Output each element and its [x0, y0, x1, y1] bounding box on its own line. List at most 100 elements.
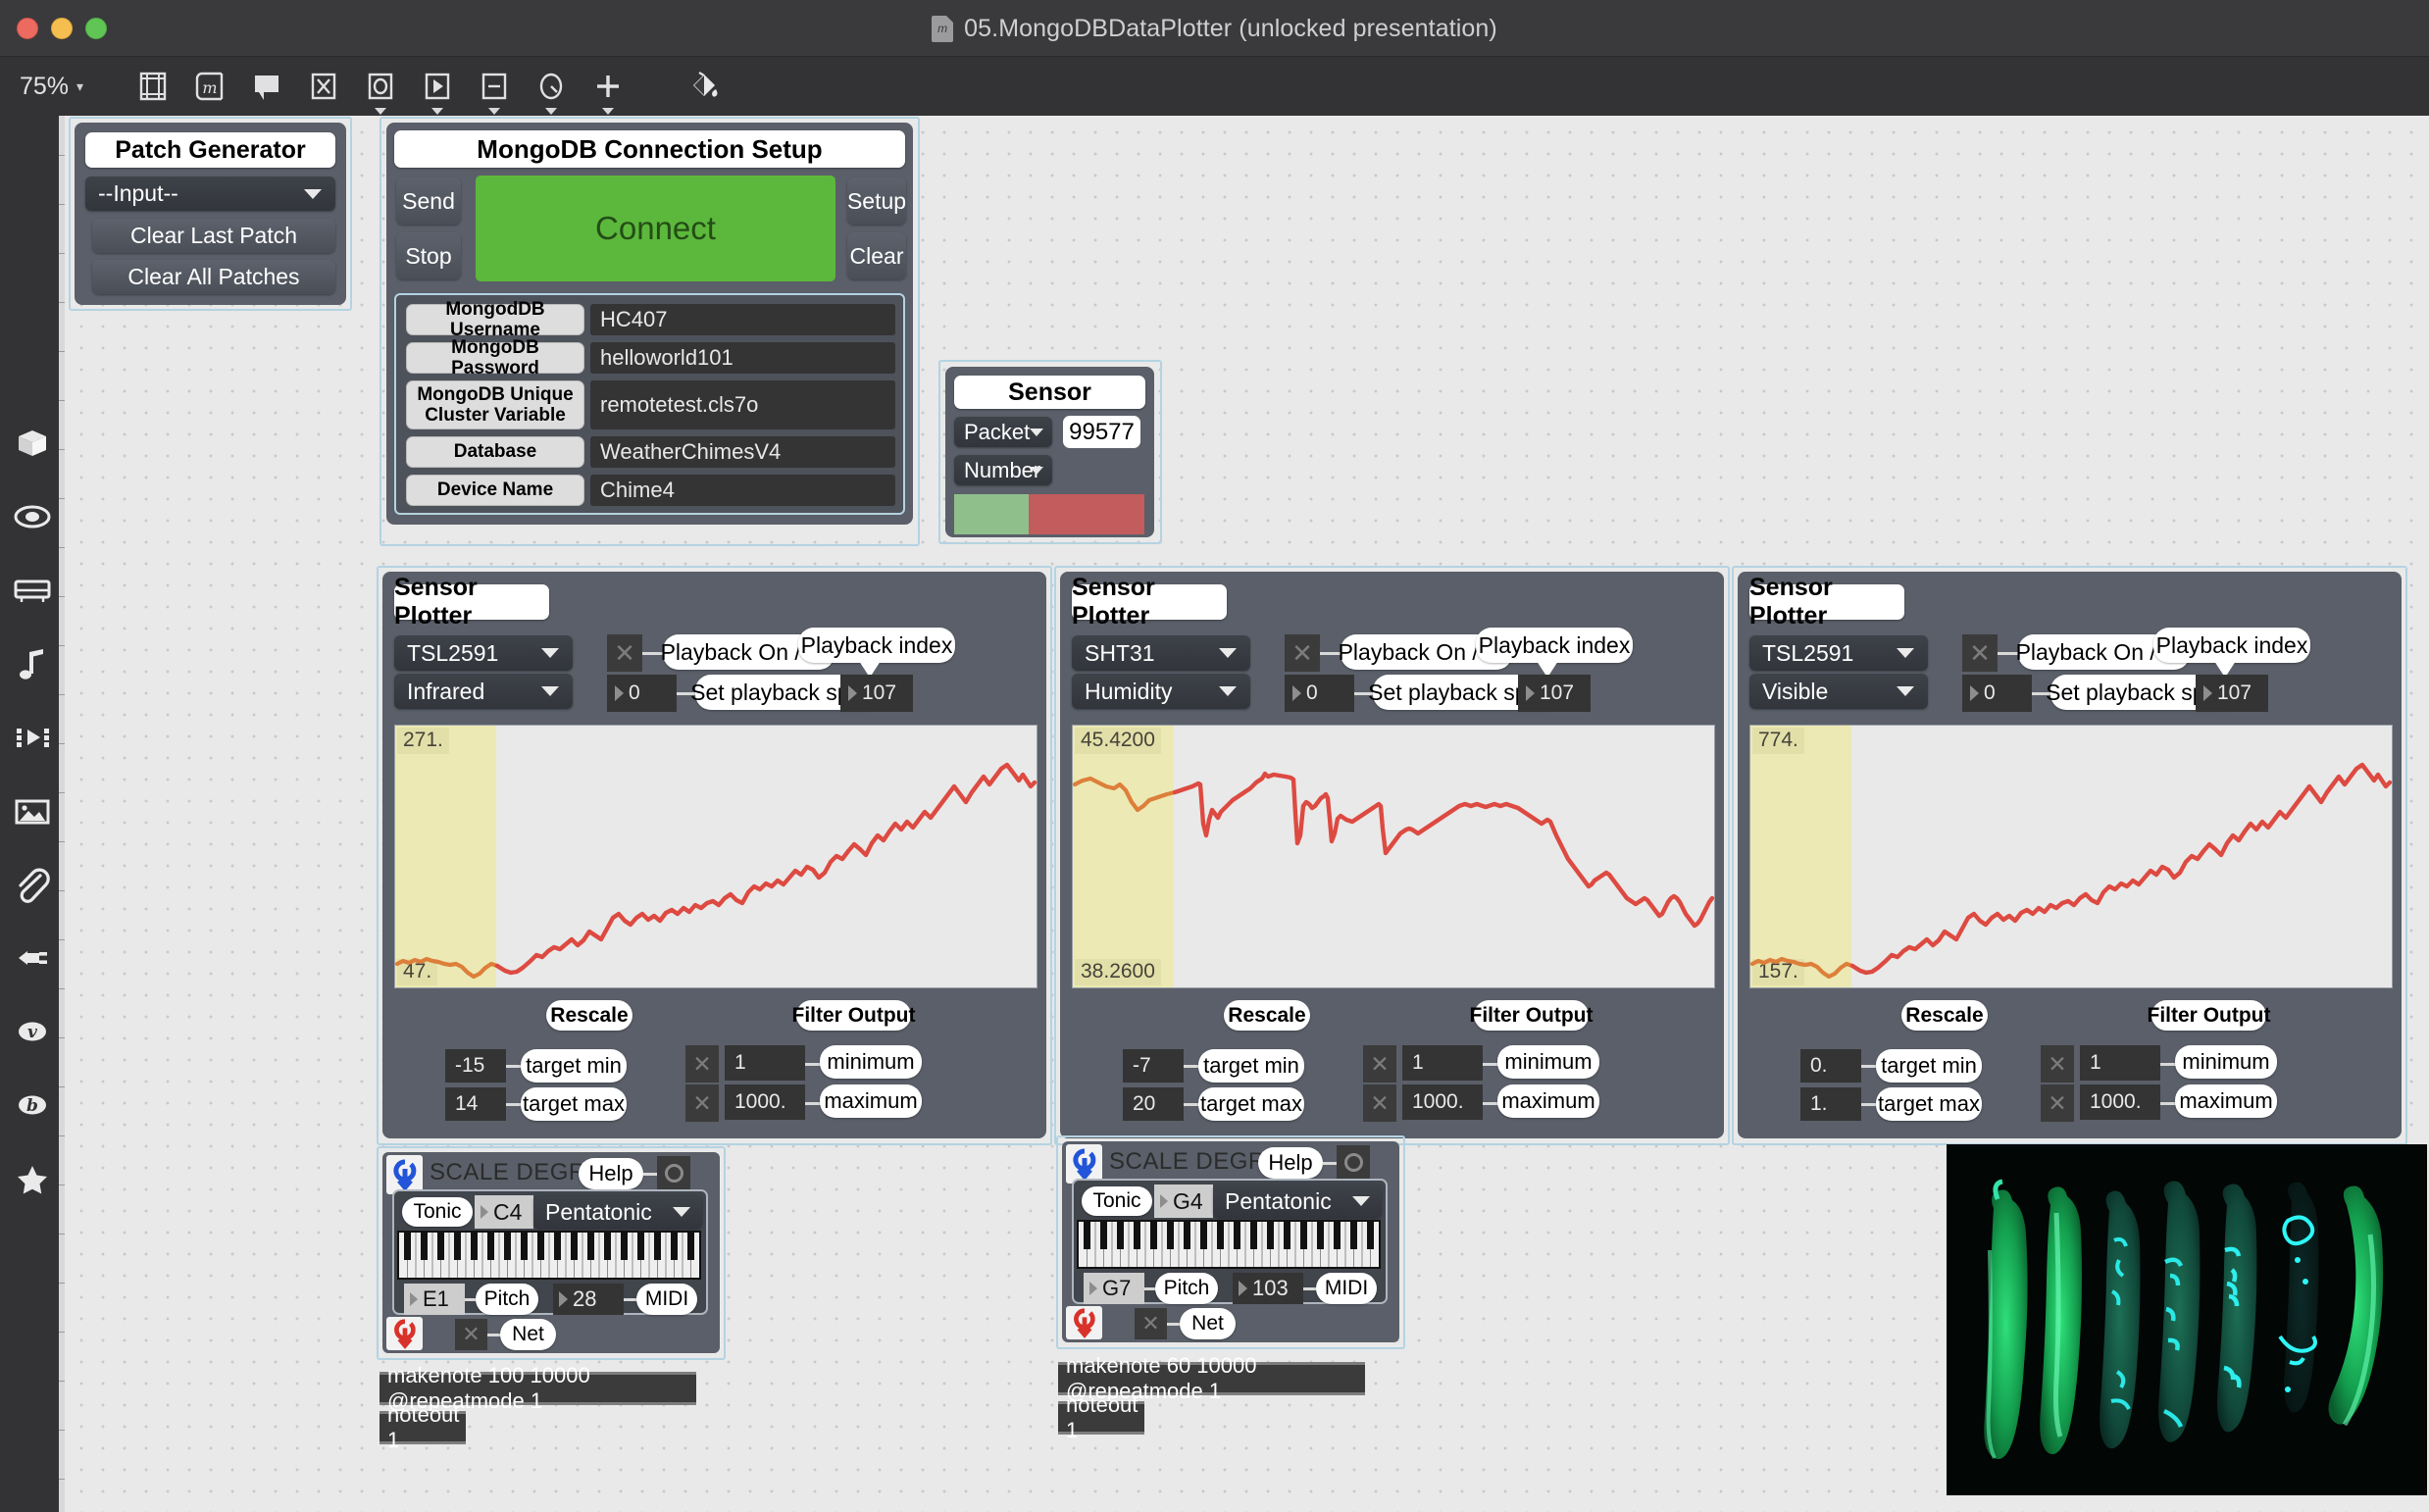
plotter-sensor-dropdown[interactable]: TSL2591 — [394, 635, 573, 671]
maximum-input[interactable]: 1000. — [2080, 1084, 2160, 1120]
target-max-input[interactable]: 20 — [1123, 1087, 1184, 1121]
target-min-input[interactable]: -7 — [1123, 1049, 1184, 1083]
noteout-object-1[interactable]: noteout 1 — [380, 1402, 466, 1452]
object-explorer-icon[interactable] — [125, 59, 181, 114]
sensor-packet-number[interactable]: 99577 — [1063, 416, 1140, 448]
maximum-input[interactable]: 1000. — [1402, 1084, 1483, 1120]
target-min-input[interactable]: 0. — [1800, 1049, 1861, 1083]
playback-speed-input[interactable]: 0 — [1285, 675, 1354, 712]
message-object-icon[interactable]: m — [181, 59, 238, 114]
toggle-object-icon[interactable] — [295, 59, 352, 114]
plotter-channel-value: Humidity — [1085, 678, 1173, 704]
mongodb-clear-button[interactable]: Clear — [847, 232, 906, 279]
mongodb-connect-button[interactable]: Connect — [476, 176, 835, 281]
tonic-value-input[interactable]: G4 — [1154, 1184, 1213, 1218]
mongodb-send-button[interactable]: Send — [396, 177, 461, 225]
help-button[interactable]: Help — [1258, 1147, 1323, 1179]
mongodb-stop-button[interactable]: Stop — [396, 232, 461, 279]
plotter-channel-dropdown[interactable]: Infrared — [394, 674, 573, 709]
plot-3[interactable]: 774. 157. — [1749, 725, 2393, 988]
filter-output-label: Filter Output — [2148, 1000, 2271, 1031]
plotter-sensor-value: SHT31 — [1085, 639, 1155, 666]
target-max-input[interactable]: 14 — [445, 1087, 506, 1121]
net-toggle[interactable]: ✕ — [455, 1319, 487, 1350]
plotter-sensor-dropdown[interactable]: TSL2591 — [1749, 635, 1928, 671]
playback-index-input[interactable]: 107 — [1518, 675, 1591, 712]
playback-toggle[interactable]: ✕ — [1285, 634, 1320, 672]
minimum-input[interactable]: 1 — [1402, 1045, 1483, 1081]
add-object-icon[interactable] — [580, 59, 636, 115]
clear-last-patch-button[interactable]: Clear Last Patch — [92, 219, 335, 253]
sidebar-package-icon[interactable] — [0, 406, 65, 479]
sidebar-favorites-icon[interactable] — [0, 1141, 65, 1215]
playback-toggle[interactable]: ✕ — [1962, 634, 1998, 672]
plotter-channel-dropdown[interactable]: Visible — [1749, 674, 1928, 709]
sensor-packet-dropdown[interactable]: Packet — [954, 417, 1052, 447]
scale-type-dropdown[interactable]: Pentatonic — [1213, 1184, 1382, 1218]
patch-generator-input-dropdown[interactable]: --Input-- — [85, 176, 335, 211]
dial-object-icon[interactable] — [523, 59, 580, 115]
maximum-toggle[interactable]: ✕ — [2041, 1084, 2074, 1122]
message-box-icon[interactable] — [409, 59, 466, 115]
sidebar-keyboard-icon[interactable] — [0, 553, 65, 627]
target-min-input[interactable]: -15 — [445, 1049, 506, 1083]
chevron-down-icon — [488, 108, 501, 115]
pitch-value-input[interactable]: G7 — [1084, 1273, 1144, 1304]
help-bang-button[interactable] — [657, 1156, 690, 1189]
maximum-toggle[interactable]: ✕ — [1363, 1084, 1396, 1122]
sidebar-audio-icon[interactable] — [0, 479, 65, 553]
mongodb-cluster-input[interactable]: remotetest.cls7o — [590, 380, 895, 429]
maximum-toggle[interactable]: ✕ — [685, 1084, 719, 1122]
sidebar-beap-icon[interactable]: b — [0, 1068, 65, 1141]
document-icon: m — [932, 15, 954, 42]
noteout-object-2[interactable]: noteout 1 — [1058, 1392, 1144, 1442]
zoom-control[interactable]: 75% ▾ — [20, 73, 83, 101]
makenote-object-1[interactable]: makenote 100 10000 @repeatmode 1 — [380, 1363, 696, 1413]
mongodb-setup-button[interactable]: Setup — [847, 177, 906, 225]
minimum-toggle[interactable]: ✕ — [2041, 1045, 2074, 1083]
number-box-icon[interactable] — [466, 59, 523, 115]
pitch-value-input[interactable]: E1 — [404, 1284, 465, 1315]
clear-all-patches-button[interactable]: Clear All Patches — [92, 260, 335, 294]
plotter-channel-dropdown[interactable]: Humidity — [1072, 674, 1250, 709]
button-object-icon[interactable] — [352, 59, 409, 115]
mongodb-device-name-input[interactable]: Chime4 — [590, 475, 895, 506]
mongodb-password-input[interactable]: helloworld101 — [590, 342, 895, 374]
sidebar-plug-icon[interactable] — [0, 921, 65, 994]
net-toggle[interactable]: ✕ — [1135, 1308, 1167, 1339]
makenote-object-2[interactable]: makenote 60 10000 @repeatmode 1 — [1058, 1353, 1365, 1403]
patcher-canvas[interactable]: Patch Generator --Input-- Clear Last Pat… — [65, 116, 2429, 1512]
sidebar-clip-icon[interactable] — [0, 847, 65, 921]
playback-index-input[interactable]: 107 — [2196, 675, 2268, 712]
target-max-input[interactable]: 1. — [1800, 1087, 1861, 1121]
plot-1[interactable]: 271. 47. — [394, 725, 1037, 988]
mongodb-database-input[interactable]: WeatherChimesV4 — [590, 436, 895, 468]
plotter-sensor-dropdown[interactable]: SHT31 — [1072, 635, 1250, 671]
comment-icon[interactable] — [238, 59, 295, 114]
help-button[interactable]: Help — [579, 1158, 643, 1189]
minimum-toggle[interactable]: ✕ — [1363, 1045, 1396, 1083]
sensor-number-dropdown[interactable]: Number — [954, 455, 1052, 485]
mongodb-username-input[interactable]: HC407 — [590, 304, 895, 335]
scale-type-dropdown[interactable]: Pentatonic — [533, 1195, 702, 1229]
playback-speed-input[interactable]: 0 — [1962, 675, 2032, 712]
piano-keyboard[interactable] — [1077, 1220, 1381, 1269]
sidebar-vizzie-icon[interactable]: v — [0, 994, 65, 1068]
plot-2[interactable]: 45.4200 38.2600 — [1072, 725, 1715, 988]
minimum-input[interactable]: 1 — [725, 1045, 805, 1081]
tonic-value-input[interactable]: C4 — [475, 1195, 533, 1229]
piano-keyboard[interactable] — [397, 1231, 701, 1280]
help-bang-button[interactable] — [1337, 1145, 1370, 1179]
playback-index-input[interactable]: 107 — [840, 675, 913, 712]
midi-value-input[interactable]: 103 — [1233, 1273, 1303, 1304]
paint-bucket-icon[interactable] — [674, 59, 731, 114]
sidebar-music-icon[interactable] — [0, 627, 65, 700]
midi-value-input[interactable]: 28 — [553, 1284, 624, 1315]
playback-speed-input[interactable]: 0 — [607, 675, 677, 712]
sidebar-video-icon[interactable] — [0, 700, 65, 774]
playback-toggle[interactable]: ✕ — [607, 634, 642, 672]
sidebar-image-icon[interactable] — [0, 774, 65, 847]
minimum-input[interactable]: 1 — [2080, 1045, 2160, 1081]
minimum-toggle[interactable]: ✕ — [685, 1045, 719, 1083]
maximum-input[interactable]: 1000. — [725, 1084, 805, 1120]
